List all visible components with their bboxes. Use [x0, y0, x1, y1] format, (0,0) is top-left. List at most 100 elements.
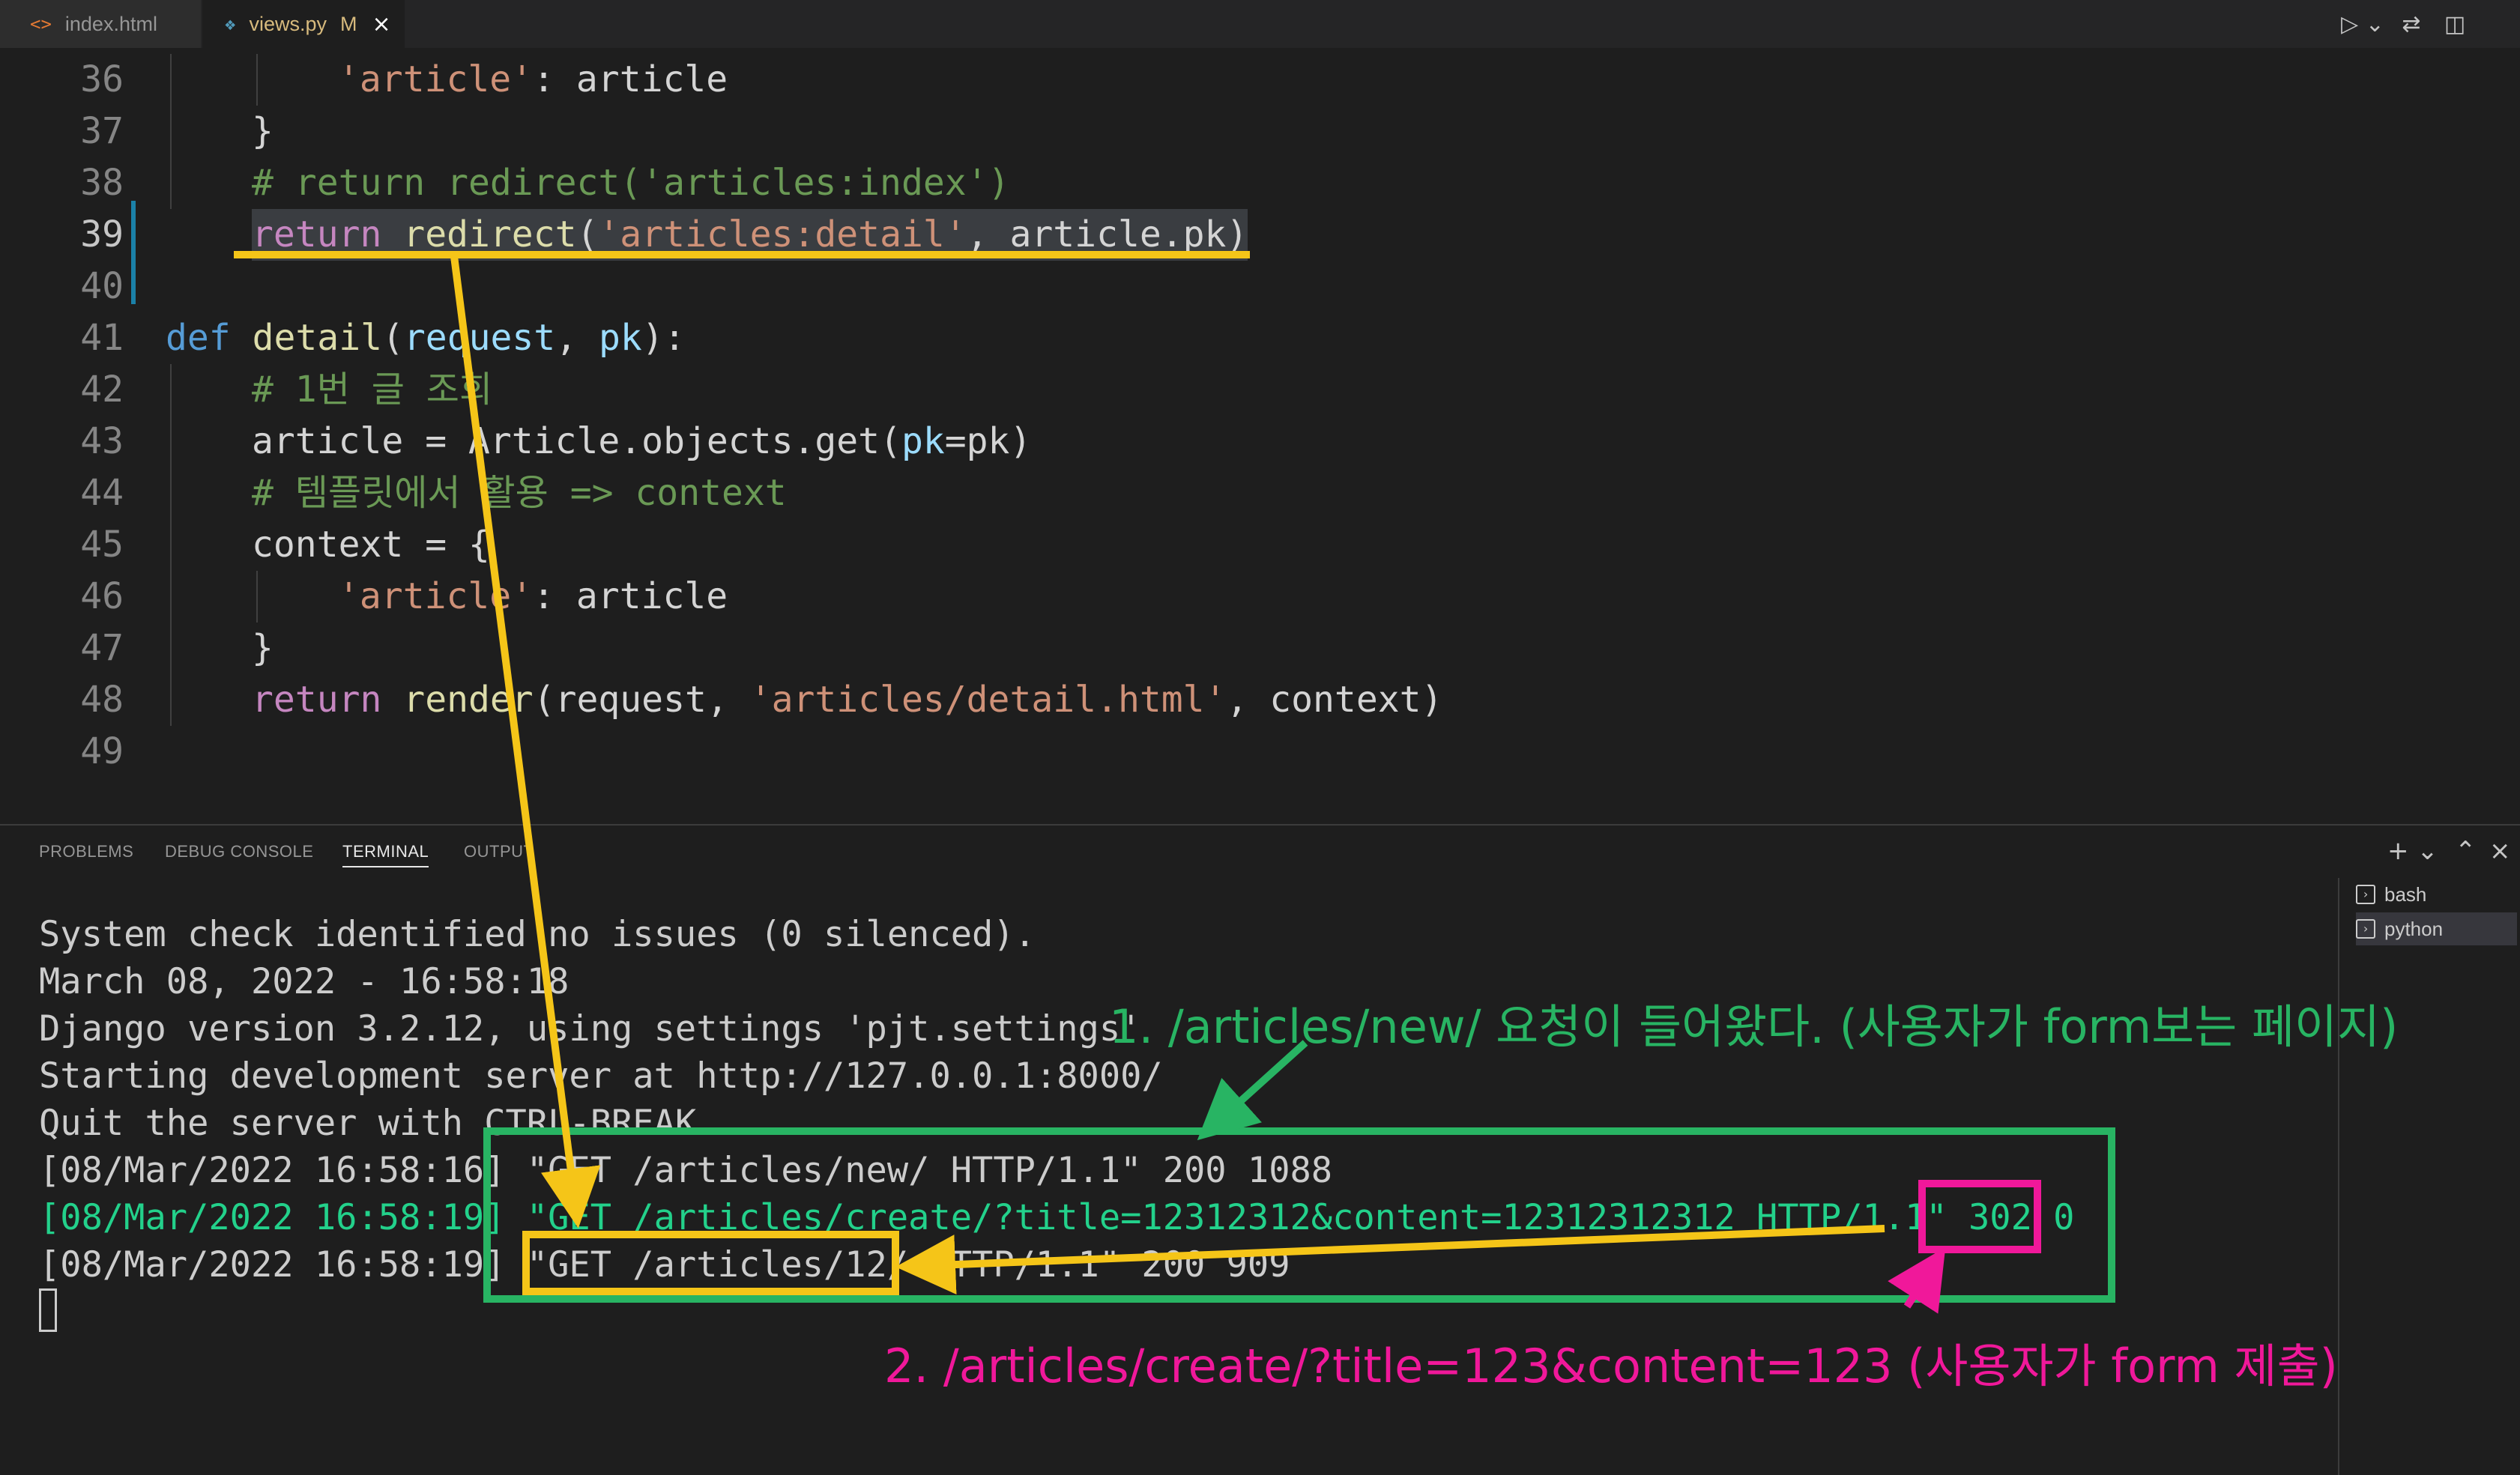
run-icon[interactable]: ▷ ⌄: [2336, 7, 2389, 40]
python-file-icon: ❖: [225, 13, 236, 34]
tab-debug-console[interactable]: DEBUG CONSOLE: [165, 842, 313, 861]
code-token: ,: [555, 317, 599, 359]
code-token: (request,: [533, 679, 750, 721]
code-line: 38 # return redirect('articles:index'): [0, 157, 2473, 209]
line-number: 43: [80, 420, 124, 462]
indent-guide: [170, 571, 172, 623]
code-text: return render(request, 'articles/detail.…: [252, 674, 1442, 726]
code-token: }: [252, 627, 274, 669]
code-token: (: [382, 317, 404, 359]
split-editor-icon[interactable]: ◫: [2438, 7, 2471, 40]
code-text: 'article': article: [338, 571, 728, 623]
line-number: 41: [80, 317, 124, 359]
tab-problems[interactable]: PROBLEMS: [39, 842, 133, 861]
code-editor[interactable]: 36'article': article 37} 38 # return redire…: [0, 48, 2520, 824]
indent-guide: [256, 571, 258, 623]
code-text: # return redirect('articles:index'): [252, 157, 1009, 209]
annotation-step2: 2. /articles/create/?title=123&content=1…: [884, 1339, 2338, 1393]
code-line: 44 # 템플릿에서 활용 => context: [0, 467, 2473, 519]
code-token: context = {: [252, 524, 490, 566]
code-text: # 1번 글 조회: [252, 364, 492, 416]
code-token: : article: [533, 58, 728, 100]
code-text: def detail(request, pk):: [166, 312, 686, 364]
indent-guide: [256, 54, 258, 106]
editor-tab-bar: <> index.html ❖ views.py M × ▷ ⌄ ⇄ ◫: [0, 0, 2520, 48]
code-token: article = Article.objects.get(: [252, 420, 901, 462]
line-number: 47: [80, 627, 124, 669]
code-token: pk: [901, 420, 945, 462]
line-number: 39: [80, 213, 124, 255]
code-token: render: [403, 679, 534, 721]
code-token: # 템플릿에서 활용 => context: [252, 472, 787, 514]
terminal-item-bash[interactable]: › bash: [2356, 878, 2517, 911]
code-line: 39 return redirect('articles:detail', art…: [0, 209, 2473, 261]
code-token: ):: [641, 317, 686, 359]
code-token: =pk): [944, 420, 1032, 462]
html-file-icon: <>: [30, 13, 52, 34]
indent-guide: [170, 157, 172, 209]
code-token: , article.pk): [966, 213, 1248, 255]
indent-guide: [170, 519, 172, 571]
code-token: # 1번 글 조회: [252, 369, 493, 411]
terminal-icon: ›: [2356, 885, 2375, 904]
tab-label: views.py: [249, 12, 327, 35]
code-text: 'article': article: [338, 54, 728, 106]
terminal-item-python[interactable]: › python: [2356, 912, 2517, 945]
close-panel-icon[interactable]: ×: [2489, 836, 2511, 866]
line-number: 36: [80, 58, 124, 100]
indent-guide: [170, 106, 172, 157]
code-text: return redirect('articles:detail', artic…: [252, 209, 1248, 261]
code-line: 46 'article': article: [0, 571, 2473, 623]
code-token: request: [403, 317, 556, 359]
code-text: }: [252, 106, 274, 157]
code-token: 'article': [338, 58, 534, 100]
code-token: 'articles/detail.html': [749, 679, 1227, 721]
terminal-request-line: [08/Mar/2022 16:58:19] "GET /articles/cr…: [39, 1197, 2075, 1238]
tab-views-py[interactable]: ❖ views.py M ×: [202, 0, 405, 48]
tab-output[interactable]: OUTPUT: [464, 842, 534, 861]
code-token: pk: [599, 317, 642, 359]
tab-terminal[interactable]: TERMINAL: [342, 842, 429, 867]
terminal-icon: ›: [2356, 919, 2375, 939]
code-token: return: [252, 679, 382, 721]
terminal-line: March 08, 2022 - 16:58:18: [39, 961, 569, 1002]
code-line: 43 article = Article.objects.get(pk=pk): [0, 416, 2473, 467]
code-line: 47}: [0, 623, 2473, 674]
terminal-request-line: [08/Mar/2022 16:58:19] "GET /articles/12…: [39, 1244, 1290, 1285]
code-token: redirect: [403, 213, 577, 255]
code-token: 'articles:detail': [598, 213, 967, 255]
code-token: (: [576, 213, 599, 255]
code-text: context = {: [252, 519, 490, 571]
indent-guide: [170, 623, 172, 674]
new-terminal-icon[interactable]: + ⌄: [2387, 836, 2438, 866]
compare-changes-icon[interactable]: ⇄: [2395, 7, 2428, 40]
code-token: def: [166, 317, 231, 359]
line-number: 42: [80, 369, 124, 411]
line-number: 49: [80, 730, 124, 772]
indent-guide: [170, 54, 172, 106]
maximize-panel-icon[interactable]: ⌃: [2455, 836, 2477, 866]
code-text: # 템플릿에서 활용 => context: [252, 467, 787, 519]
code-token: 'article': [338, 575, 534, 617]
close-tab-icon[interactable]: ×: [372, 11, 390, 37]
modified-indicator: M: [339, 12, 357, 35]
tab-index-html[interactable]: <> index.html: [0, 0, 201, 48]
line-number: 44: [80, 472, 124, 514]
terminal-name: bash: [2384, 882, 2427, 906]
indent-guide: [170, 364, 172, 416]
code-line: 41 def detail(request, pk):: [0, 312, 2473, 364]
terminal-line: Django version 3.2.12, using settings 'p…: [39, 1008, 1142, 1050]
code-line: 37}: [0, 106, 2473, 157]
terminal-line: System check identified no issues (0 sil…: [39, 914, 1036, 955]
code-token: return: [252, 213, 382, 255]
code-line: 45 context = {: [0, 519, 2473, 571]
code-token: : article: [533, 575, 728, 617]
code-line: 42 # 1번 글 조회: [0, 364, 2473, 416]
code-token: , context): [1226, 679, 1443, 721]
code-line: 40: [0, 261, 2473, 312]
code-line: 48 return render(request, 'articles/detai…: [0, 674, 2473, 726]
terminal-name: python: [2384, 917, 2444, 940]
